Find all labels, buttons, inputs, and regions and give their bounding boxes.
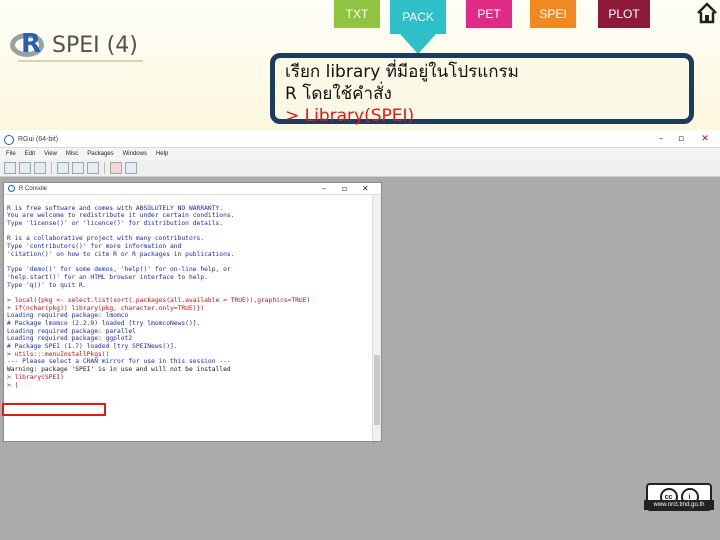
active-tab-arrow-icon	[400, 34, 436, 54]
r-spei-logo: R SPEI (4)	[10, 28, 160, 62]
slide-title: SPEI (4)	[52, 32, 138, 58]
console-line: Type 'license()' or 'licence()' for dist…	[7, 220, 224, 228]
rgui-window: RGui (64-bit) – ▫ ✕ File Edit View Misc …	[0, 132, 720, 540]
console-line: 'help.start()' for an HTML browser inter…	[7, 273, 208, 281]
callout-command: > Library(SPEI)	[285, 106, 415, 126]
console-line: You are welcome to redistribute it under…	[7, 212, 235, 220]
maximize-icon[interactable]: ▫	[674, 134, 688, 144]
console-line: # Package SPEI (1.7) loaded [try SPEINew…	[7, 343, 178, 351]
console-line: Type 'demo()' for some demos, 'help()' f…	[7, 266, 231, 274]
menu-windows[interactable]: Windows	[123, 151, 147, 157]
r-console-title: R Console	[19, 185, 48, 192]
cc-url: www.nrct.tmd.go.th	[644, 500, 714, 510]
rgui-toolbar	[0, 160, 720, 177]
menu-misc[interactable]: Misc	[66, 151, 78, 157]
save-workspace-icon[interactable]	[34, 162, 46, 174]
home-icon[interactable]	[696, 2, 718, 24]
callout-line-1: เรียก library ที่มีอยู่ในโปรแกรม	[285, 62, 519, 82]
rgui-title: RGui (64-bit)	[18, 136, 59, 143]
nav-tab-pet[interactable]: PET	[466, 0, 512, 28]
console-line: + if(nchar(pkg)) library(pkg, character.…	[7, 304, 205, 312]
console-maximize-icon[interactable]: ▫	[342, 184, 347, 193]
menu-edit[interactable]: Edit	[25, 151, 35, 157]
command-highlight-box	[2, 403, 106, 416]
minimize-icon[interactable]: –	[654, 134, 668, 144]
instruction-callout: เรียก library ที่มีอยู่ในโปรแกรม R โดยใช…	[270, 53, 694, 126]
menu-file[interactable]: File	[6, 151, 16, 157]
nav-tab-pack[interactable]: PACK	[390, 0, 446, 34]
console-line: > |	[7, 381, 19, 389]
console-line: R is a collaborative project with many c…	[7, 235, 205, 243]
close-icon[interactable]: ✕	[698, 134, 712, 144]
toolbar-divider	[104, 162, 105, 174]
console-scrollbar[interactable]	[372, 195, 381, 441]
title-underline	[18, 60, 143, 62]
console-line: Loading required package: lmomco	[7, 312, 129, 320]
console-line: Warning: package 'SPEI' is in use and wi…	[7, 366, 231, 374]
scrollbar-thumb[interactable]	[374, 355, 380, 425]
console-line: > library(SPEI)	[7, 373, 64, 381]
toolbar-divider	[51, 162, 52, 174]
print-icon[interactable]	[125, 162, 137, 174]
console-line: Type 'q()' to quit R.	[7, 281, 87, 289]
nav-tab-plot[interactable]: PLOT	[598, 0, 650, 28]
console-close-icon[interactable]: ✕	[362, 184, 369, 193]
nav-tab-txt[interactable]: TXT	[334, 0, 380, 28]
rgui-titlebar: RGui (64-bit) – ▫ ✕	[0, 132, 720, 148]
copy-icon[interactable]	[57, 162, 69, 174]
copy-paste-icon[interactable]	[87, 162, 99, 174]
r-console-titlebar: R Console – ▫ ✕	[4, 183, 381, 195]
console-line: Type 'contributors()' for more informati…	[7, 243, 182, 251]
console-line: 'citation()' on how to cite R or R packa…	[7, 250, 235, 258]
menu-view[interactable]: View	[44, 151, 57, 157]
callout-line-2: R โดยใช้คำสั่ง	[285, 84, 392, 104]
rgui-menubar: File Edit View Misc Packages Windows Hel…	[0, 148, 720, 160]
console-line: # Package lmomco (2.2.9) loaded [try lmo…	[7, 320, 201, 327]
menu-packages[interactable]: Packages	[87, 151, 113, 157]
console-line: > local({pkg <- select.list(sort(.packag…	[7, 296, 311, 304]
console-line: --- Please select a CRAN mirror for use …	[7, 358, 231, 366]
nav-tab-spei[interactable]: SPEI	[530, 0, 576, 28]
r-logo-icon: R	[10, 29, 44, 60]
menu-help[interactable]: Help	[156, 151, 168, 157]
load-workspace-icon[interactable]	[19, 162, 31, 174]
console-line: > utils:::menuInstallPkgs()	[7, 350, 110, 358]
console-minimize-icon[interactable]: –	[322, 184, 326, 193]
open-script-icon[interactable]	[4, 162, 16, 174]
r-app-icon	[4, 134, 14, 145]
console-line: Loading required package: parallel	[7, 327, 136, 335]
r-console-icon	[8, 185, 15, 192]
console-line: R is free software and comes with ABSOLU…	[7, 204, 224, 212]
paste-icon[interactable]	[72, 162, 84, 174]
console-line: Loading required package: ggplot2	[7, 335, 133, 343]
stop-icon[interactable]	[110, 162, 122, 174]
